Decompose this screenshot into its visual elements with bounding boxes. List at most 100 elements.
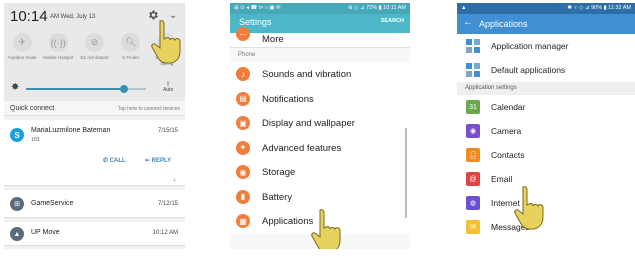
section-header-phone: Phone	[238, 52, 256, 58]
settings-item-storage[interactable]: ◉ Storage	[230, 160, 410, 185]
call-label: CALL	[109, 158, 126, 164]
do-not-disturb-icon: ⊘	[84, 33, 104, 52]
contacts-icon: 👤︎	[466, 148, 480, 162]
more-icon: ⋯	[236, 27, 250, 41]
settings-item-label: More	[262, 34, 284, 45]
app-item-contacts[interactable]: 👤︎ Contacts	[457, 143, 635, 167]
app-item-label: Contacts	[491, 150, 525, 160]
status-bar: ▲ ✱ ♆ ◇ ⊿ 90% ▮ 11:32 AM	[457, 3, 635, 14]
notification-subtitle: 103	[31, 137, 40, 143]
brightness-slider[interactable]: ✸ ▯ Auto	[11, 81, 179, 94]
applications-icon: ▦	[236, 214, 250, 228]
settings-item-more[interactable]: ⋯ More	[230, 27, 410, 48]
storage-icon: ◉	[236, 165, 250, 179]
skype-notification[interactable]: S MariaLuzmilone Bateman 103 7/15/15 ✆ C…	[4, 120, 185, 186]
battery-icon: ▮	[236, 189, 250, 204]
list-item-app-manager[interactable]: Application manager	[457, 34, 635, 58]
settings-item-advanced-features[interactable]: ✦ Advanced features	[230, 135, 410, 160]
quick-setting-hotspot[interactable]: ((·)) Mobile Hotspot	[43, 33, 73, 66]
settings-app-bar: Settings SEARCH	[230, 14, 410, 33]
list-item-default-apps[interactable]: Default applications	[457, 58, 635, 82]
settings-item-notifications[interactable]: ▤ Notifications	[230, 86, 410, 111]
brightness-auto-toggle[interactable]: ▯ Auto	[163, 81, 173, 93]
expand-icon[interactable]: ⊥	[173, 177, 177, 183]
display-and-wallpaper-icon: ▣	[236, 116, 250, 130]
notification-time: 10:12 AM	[152, 230, 178, 236]
email-icon: @	[466, 172, 480, 186]
brightness-track[interactable]	[26, 85, 146, 93]
skype-icon: S	[10, 128, 24, 142]
tap-hand-icon	[514, 186, 544, 230]
app-item-camera[interactable]: ◉ Camera	[457, 119, 635, 143]
status-icons-left: ▲	[461, 5, 467, 11]
page-title: Applications	[479, 19, 528, 29]
tap-hand-icon	[151, 20, 181, 64]
status-date: AM Wed, July 13	[50, 14, 96, 20]
settings-item-display-and-wallpaper[interactable]: ▣ Display and wallpaper	[230, 111, 410, 136]
applications-app-bar: ← Applications	[457, 14, 635, 34]
app-item-label: Email	[491, 174, 513, 184]
settings-item-label: Sounds and vibration	[262, 69, 352, 80]
applications-screen: ▲ ✱ ♆ ◇ ⊿ 90% ▮ 11:32 AM ← Applications …	[457, 3, 635, 249]
settings-item-label: Display and wallpaper	[262, 118, 355, 129]
notification-time: 7/15/15	[157, 128, 178, 134]
notifications-icon: ▤	[236, 91, 250, 106]
settings-item-label: Battery	[262, 191, 293, 203]
hotspot-icon: ((·))	[48, 33, 68, 52]
quick-setting-label: Do not disturb	[80, 55, 109, 60]
gamepad-icon: ⊞	[10, 197, 24, 211]
status-clock: 10:14	[10, 8, 48, 25]
reply-button[interactable]: ⇜ REPLY	[145, 157, 171, 164]
settings-item-label: Applications	[262, 216, 314, 227]
scrollbar[interactable]	[405, 128, 407, 218]
quick-setting-label: Airplane mode	[7, 55, 37, 60]
reply-icon: ⇜	[145, 158, 152, 164]
section-header-application-settings: Application settings	[457, 82, 635, 95]
quick-setting-search[interactable]: 🔍︎ S Finder	[116, 33, 146, 66]
quick-connect-title: Quick connect	[10, 105, 55, 112]
airplane-icon: ✈	[12, 33, 32, 52]
brightness-icon: ✸	[11, 82, 20, 93]
settings-item-sounds-and-vibration[interactable]: ♪ Sounds and vibration	[230, 62, 410, 87]
reply-label: REPLY	[151, 158, 172, 164]
notification-time: 7/12/15	[157, 201, 178, 207]
list-item-label: Application manager	[491, 41, 569, 51]
notification-title: GameService	[31, 200, 74, 207]
quick-connect-bar[interactable]: Quick connect Tap here to connect device…	[4, 101, 185, 116]
gameservice-notification[interactable]: ⊞ GameService 7/12/15	[4, 190, 185, 218]
app-item-label: Camera	[491, 126, 522, 136]
settings-screen: ⊞ ⊙ ◂ ☎ ⊳ ♭ ▣ ✉ ⊛ ◇ ⊿ 72% ▮ 10:11 AM Set…	[230, 3, 410, 249]
settings-item-label: Notifications	[262, 93, 314, 105]
sounds-and-vibration-icon: ♪	[236, 67, 250, 81]
up-move-notification[interactable]: ▲ UP Move 10:12 AM	[4, 222, 185, 246]
up-move-icon: ▲	[10, 227, 24, 241]
calendar-icon: 31	[466, 100, 480, 114]
quick-setting-label: S Finder	[122, 55, 140, 60]
back-arrow-icon[interactable]: ←	[463, 17, 473, 28]
brightness-fill	[26, 88, 125, 90]
settings-item-label: Advanced features	[262, 142, 342, 154]
brightness-handle[interactable]	[120, 85, 129, 93]
quick-setting-do-not-disturb[interactable]: ⊘ Do not disturb	[79, 33, 109, 66]
tap-hand-icon	[311, 209, 341, 249]
status-icons-right: ⊛ ◇ ⊿ 72% ▮ 10:11 AM	[348, 5, 406, 11]
search-button[interactable]: SEARCH	[381, 18, 404, 24]
app-item-calendar[interactable]: 31 Calendar	[457, 95, 635, 119]
status-icons-right: ✱ ♆ ◇ ⊿ 90% ▮ 11:32 AM	[567, 5, 631, 11]
quick-setting-airplane[interactable]: ✈ Airplane mode	[7, 33, 37, 66]
quick-connect-hint: Tap here to connect devices	[117, 106, 180, 112]
notification-title: MariaLuzmilone Bateman	[31, 127, 111, 134]
status-bar: ⊞ ⊙ ◂ ☎ ⊳ ♭ ▣ ✉ ⊛ ◇ ⊿ 72% ▮ 10:11 AM	[230, 3, 410, 14]
search-icon: 🔍︎	[121, 33, 141, 52]
list-item-label: Default applications	[491, 65, 566, 75]
applications-top-list: Application manager Default applications	[457, 34, 635, 82]
call-button[interactable]: ✆ CALL	[103, 157, 126, 164]
brightness-auto-label: Auto	[163, 87, 174, 93]
default-apps-icon	[466, 63, 480, 77]
settings-item-label: Storage	[262, 167, 296, 178]
settings-item-battery[interactable]: ▮ Battery	[230, 184, 410, 209]
page-title: Settings	[239, 17, 272, 27]
quick-setting-label: Mobile Hotspot	[43, 55, 74, 60]
advanced-features-icon: ✦	[236, 140, 250, 155]
camera-icon: ◉	[466, 124, 480, 138]
